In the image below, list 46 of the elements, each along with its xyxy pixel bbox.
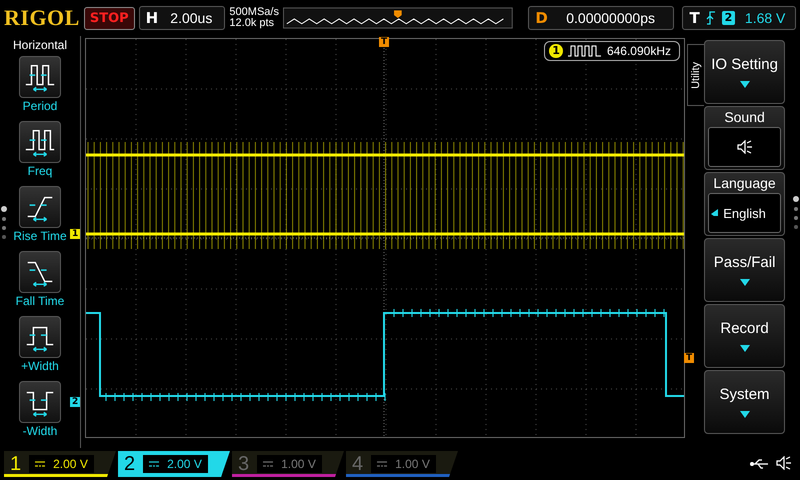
timebase-field[interactable]: H 2.00us bbox=[138, 6, 226, 30]
run-state-indicator[interactable]: STOP bbox=[84, 6, 135, 30]
measure-button[interactable]: Period bbox=[0, 56, 80, 121]
channel-tab[interactable]: 3 1.00 V bbox=[232, 451, 344, 477]
page-indicator-icon bbox=[1, 206, 7, 240]
channel-badge: 1 bbox=[549, 44, 563, 58]
trigger-level-marker[interactable]: T bbox=[684, 353, 694, 363]
trigger-position-marker[interactable]: T bbox=[379, 37, 390, 47]
memory-depth: 12.0k pts bbox=[229, 18, 276, 29]
menu-label: Language bbox=[713, 175, 776, 191]
delay-field[interactable]: D 0.00000000ps bbox=[528, 6, 674, 30]
trigger-source: 2 bbox=[722, 11, 736, 25]
rising-edge-icon bbox=[706, 11, 716, 25]
dc-coupling-icon bbox=[35, 461, 46, 467]
frequency-readout: 1 646.090kHz bbox=[544, 41, 680, 61]
dc-coupling-icon bbox=[377, 461, 388, 467]
menu-button[interactable]: System bbox=[704, 370, 785, 434]
channel-marker[interactable]: 1 bbox=[70, 229, 80, 239]
channel-tab[interactable]: 4 1.00 V bbox=[346, 451, 458, 477]
sound-toggle[interactable] bbox=[708, 127, 781, 167]
menu-label: Sound bbox=[724, 109, 765, 125]
caret-icon bbox=[740, 279, 750, 286]
channel-tab[interactable]: 1 2.00 V bbox=[4, 451, 116, 477]
square-wave-icon bbox=[568, 45, 602, 57]
caret-icon bbox=[740, 411, 750, 418]
menu-button[interactable]: IO Setting bbox=[704, 40, 785, 104]
caret-icon bbox=[740, 345, 750, 352]
measure-button[interactable]: +Width bbox=[0, 316, 80, 381]
speaker-icon bbox=[736, 140, 753, 154]
measure-button[interactable]: Freq bbox=[0, 121, 80, 186]
channel-tab[interactable]: 2 2.00 V bbox=[118, 451, 230, 477]
usb-icon bbox=[750, 458, 770, 470]
brand-logo: RIGOL bbox=[4, 5, 80, 31]
speaker-icon bbox=[776, 456, 792, 470]
menu-title: Horizontal bbox=[12, 38, 68, 52]
sample-rate: 500MSa/s bbox=[229, 7, 279, 18]
menu-button[interactable]: Pass/Fail bbox=[704, 238, 785, 302]
caret-icon bbox=[740, 81, 750, 88]
trigger-field[interactable]: T 2 1.68 V bbox=[682, 6, 796, 30]
language-selector[interactable]: English bbox=[708, 193, 781, 233]
measure-button[interactable]: Fall Time bbox=[0, 251, 80, 316]
menu-button[interactable]: Record bbox=[704, 304, 785, 368]
dc-coupling-icon bbox=[149, 461, 160, 467]
dc-coupling-icon bbox=[263, 461, 274, 467]
page-indicator-icon bbox=[792, 196, 799, 230]
channel-marker[interactable]: 2 bbox=[70, 397, 80, 407]
